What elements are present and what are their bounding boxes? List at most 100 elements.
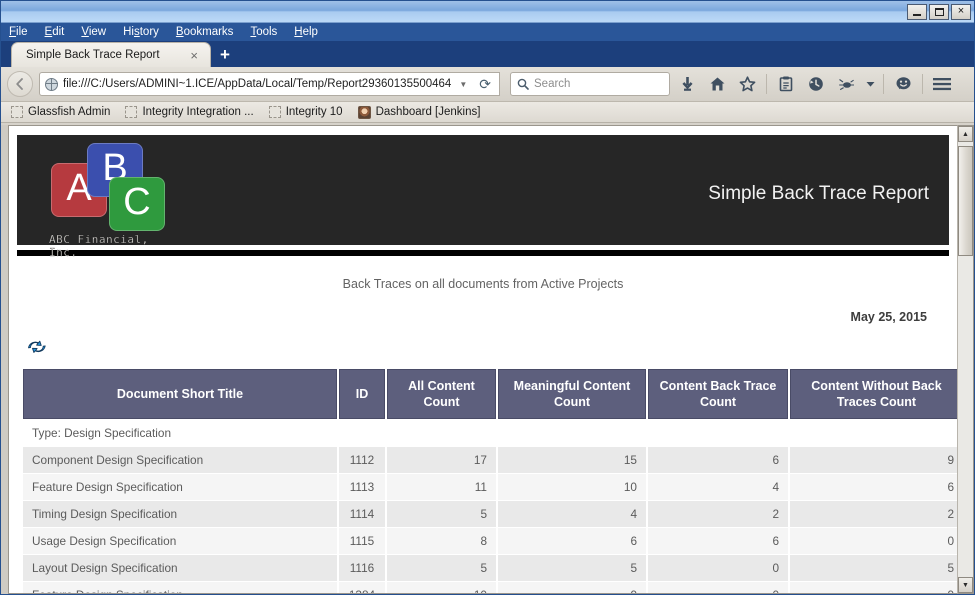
home-icon[interactable] — [704, 71, 730, 97]
cell-content-without-back-traces-count: 9 — [790, 447, 957, 473]
cell-all-content-count: 5 — [387, 555, 496, 581]
logo-square-c: C — [109, 177, 165, 231]
column-header-id[interactable]: ID — [339, 369, 385, 419]
chevron-down-icon[interactable] — [863, 71, 877, 97]
tab-simple-back-trace-report[interactable]: Simple Back Trace Report × — [11, 42, 211, 67]
menu-item-history[interactable]: History — [123, 26, 159, 39]
chat-icon[interactable] — [890, 71, 916, 97]
table-row[interactable]: Component Design Specification 1112 17 1… — [23, 447, 957, 473]
cell-meaningful-content-count: 9 — [498, 582, 646, 593]
cell-id: 1384 — [339, 582, 385, 593]
blank-favicon — [125, 106, 138, 118]
table-body: Type: Design Specification Component Des… — [23, 420, 957, 593]
menu-item-bookmarks[interactable]: Bookmarks — [176, 26, 234, 39]
back-button[interactable] — [7, 71, 33, 97]
scroll-up-button[interactable]: ▲ — [958, 126, 973, 142]
column-header-meaningful-content-count[interactable]: Meaningful Content Count — [498, 369, 646, 419]
column-header-content-without-back-traces-count[interactable]: Content Without Back Traces Count — [790, 369, 957, 419]
toolbar-divider — [766, 74, 767, 94]
cell-content-without-back-traces-count: 5 — [790, 555, 957, 581]
cell-id: 1115 — [339, 528, 385, 554]
table-row[interactable]: Usage Design Specification 1115 8 6 6 0 — [23, 528, 957, 554]
cell-document-short-title: Layout Design Specification — [23, 555, 337, 581]
column-header-all-content-count[interactable]: All Content Count — [387, 369, 496, 419]
jenkins-favicon — [357, 105, 371, 119]
bookmarks-bar: Glassfish Admin Integrity Integration ..… — [1, 102, 974, 123]
report-page: A B C ABC Financial, Inc. Simple Back Tr… — [8, 125, 957, 594]
refresh-sync-icon[interactable] — [27, 338, 47, 356]
column-header-document-short-title[interactable]: Document Short Title — [23, 369, 337, 419]
reload-icon[interactable]: ⟳ — [475, 76, 495, 93]
close-button[interactable]: × — [951, 3, 971, 20]
cell-content-without-back-traces-count: 0 — [790, 528, 957, 554]
cell-content-without-back-traces-count: 6 — [790, 474, 957, 500]
navigation-toolbar: file:///C:/Users/ADMINI~1.ICE/AppData/Lo… — [1, 67, 974, 102]
bookmark-label: Integrity 10 — [285, 106, 343, 118]
menu-item-help[interactable]: Help — [294, 26, 318, 39]
cell-document-short-title: Feature Design Specification — [23, 582, 337, 593]
cell-meaningful-content-count: 4 — [498, 501, 646, 527]
menu-item-file[interactable]: FFileile — [9, 26, 28, 39]
reader-list-icon[interactable] — [773, 71, 799, 97]
cell-document-short-title: Component Design Specification — [23, 447, 337, 473]
cell-meaningful-content-count: 15 — [498, 447, 646, 473]
cell-all-content-count: 8 — [387, 528, 496, 554]
cell-all-content-count: 17 — [387, 447, 496, 473]
content-area: A B C ABC Financial, Inc. Simple Back Tr… — [1, 125, 974, 594]
cell-content-back-trace-count: 0 — [648, 555, 788, 581]
cell-content-back-trace-count: 0 — [648, 582, 788, 593]
logo-letter-c: C — [123, 181, 151, 223]
cell-id: 1112 — [339, 447, 385, 473]
table-row[interactable]: Feature Design Specification 1113 11 10 … — [23, 474, 957, 500]
cell-document-short-title: Feature Design Specification — [23, 474, 337, 500]
bookmark-dashboard-jenkins[interactable]: Dashboard [Jenkins] — [357, 105, 480, 119]
minimize-button[interactable] — [907, 3, 927, 20]
cell-id: 1116 — [339, 555, 385, 581]
scroll-thumb[interactable] — [958, 146, 973, 256]
tab-label: Simple Back Trace Report — [26, 49, 160, 61]
tab-close-icon[interactable]: × — [184, 49, 204, 62]
browser-window: × FFileile Edit View History Bookmarks T… — [0, 0, 975, 595]
bookmark-label: Integrity Integration ... — [142, 106, 254, 118]
downloads-icon[interactable] — [674, 71, 700, 97]
url-text: file:///C:/Users/ADMINI~1.ICE/AppData/Lo… — [63, 78, 452, 90]
back-trace-table: Document Short Title ID All Content Coun… — [21, 368, 957, 593]
logo-caption: ABC Financial, Inc. — [49, 233, 149, 259]
chevron-down-icon[interactable]: ▼ — [456, 80, 470, 89]
report-date: May 25, 2015 — [850, 310, 927, 324]
menu-item-view[interactable]: View — [81, 26, 106, 39]
bookmark-integrity-integration[interactable]: Integrity Integration ... — [125, 106, 254, 118]
table-row[interactable]: Timing Design Specification 1114 5 4 2 2 — [23, 501, 957, 527]
cell-document-short-title: Timing Design Specification — [23, 501, 337, 527]
menu-item-edit[interactable]: Edit — [45, 26, 65, 39]
cell-content-back-trace-count: 6 — [648, 528, 788, 554]
cell-content-without-back-traces-count: 9 — [790, 582, 957, 593]
search-input[interactable]: Search — [510, 72, 670, 96]
table-row[interactable]: Feature Design Specification 1384 10 9 0… — [23, 582, 957, 593]
cell-all-content-count: 10 — [387, 582, 496, 593]
scroll-track[interactable] — [958, 256, 973, 577]
bookmark-star-icon[interactable] — [734, 71, 760, 97]
hamburger-menu-icon[interactable] — [929, 71, 955, 97]
menu-item-tools[interactable]: Tools — [250, 26, 277, 39]
vertical-scrollbar[interactable]: ▲ ▼ — [957, 125, 974, 594]
title-bar: × — [1, 1, 974, 23]
address-bar[interactable]: file:///C:/Users/ADMINI~1.ICE/AppData/Lo… — [39, 72, 500, 96]
report-banner: A B C ABC Financial, Inc. Simple Back Tr… — [17, 135, 949, 259]
bookmark-integrity-10[interactable]: Integrity 10 — [268, 106, 343, 118]
menu-bar: FFileile Edit View History Bookmarks Too… — [1, 23, 974, 41]
bookmark-label: Glassfish Admin — [28, 106, 111, 118]
bug-icon[interactable] — [833, 71, 859, 97]
blank-favicon — [11, 106, 23, 118]
bookmark-glassfish-admin[interactable]: Glassfish Admin — [11, 106, 110, 118]
toolbar-divider-2 — [883, 74, 884, 94]
scroll-down-button[interactable]: ▼ — [958, 577, 973, 593]
history-icon[interactable] — [803, 71, 829, 97]
cell-content-back-trace-count: 4 — [648, 474, 788, 500]
close-icon: × — [957, 5, 965, 17]
maximize-button[interactable] — [929, 3, 949, 20]
cell-content-back-trace-count: 6 — [648, 447, 788, 473]
table-row[interactable]: Layout Design Specification 1116 5 5 0 5 — [23, 555, 957, 581]
column-header-content-back-trace-count[interactable]: Content Back Trace Count — [648, 369, 788, 419]
new-tab-button[interactable]: + — [220, 46, 230, 63]
